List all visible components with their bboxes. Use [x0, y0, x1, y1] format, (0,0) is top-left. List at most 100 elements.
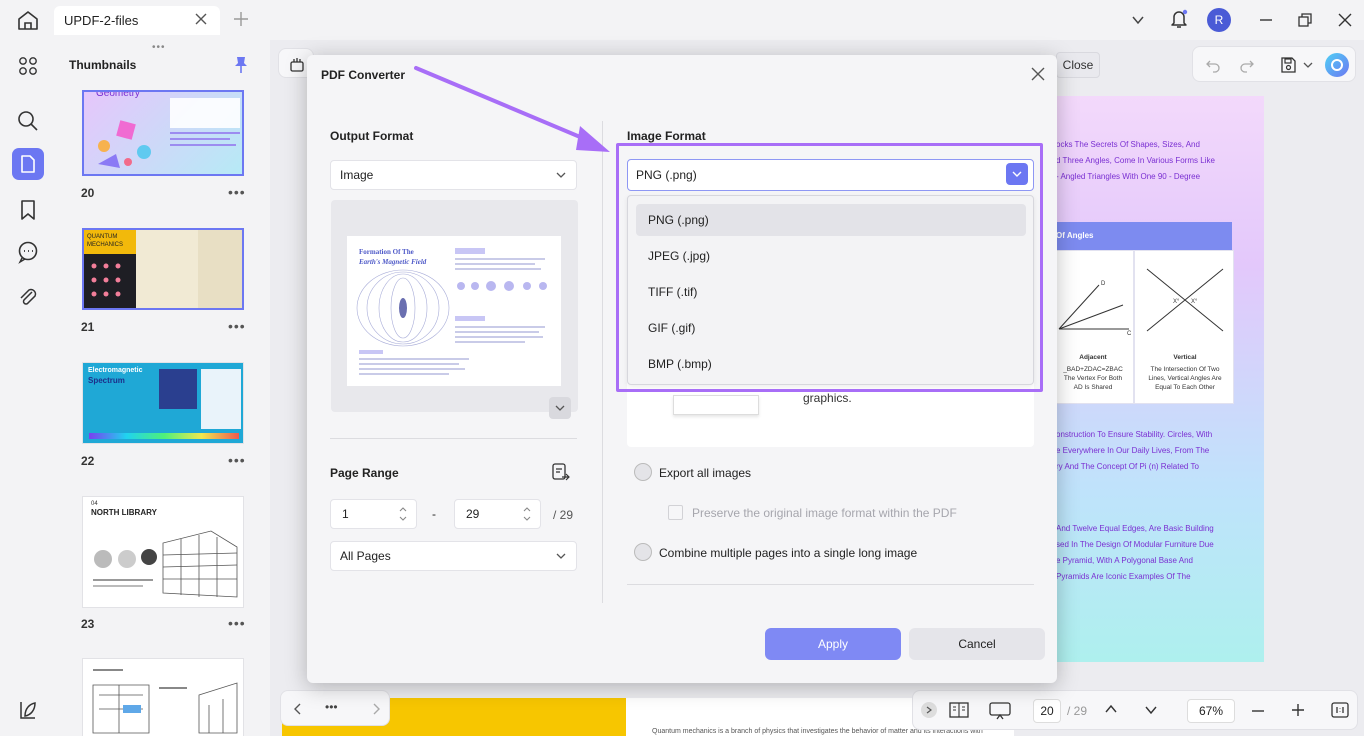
- chevron-right-icon[interactable]: [371, 703, 381, 715]
- current-page-input[interactable]: 20: [1033, 699, 1061, 723]
- close-tool-button[interactable]: Close: [1056, 52, 1100, 78]
- layers-icon[interactable]: [16, 698, 40, 722]
- chevron-down-icon[interactable]: [1145, 705, 1157, 715]
- svg-text:X°: X°: [1173, 299, 1180, 305]
- thumbnail-page-20[interactable]: Geometry: [82, 90, 244, 176]
- svg-text:C: C: [1127, 331, 1132, 337]
- output-format-value: Image: [340, 168, 374, 182]
- export-all-images-radio[interactable]: [634, 463, 652, 481]
- thumb-23-text: 04: [91, 501, 98, 507]
- vertical-caption: The Intersection Of Two: [1150, 366, 1220, 373]
- page-layout-icon[interactable]: [949, 701, 969, 719]
- thumbnail-more-button[interactable]: •••: [228, 318, 246, 334]
- thumbnail-page-21[interactable]: QUANTUM MECHANICS: [82, 228, 244, 310]
- save-icon[interactable]: [1279, 56, 1297, 74]
- thumbnail-more-button[interactable]: •••: [228, 452, 246, 468]
- zoom-level-input[interactable]: 67%: [1187, 699, 1235, 723]
- pin-icon[interactable]: [234, 56, 248, 74]
- divider: [627, 584, 1034, 585]
- vertical-title: Vertical: [1173, 354, 1197, 361]
- thumbnail-page-number: 23: [81, 617, 95, 631]
- preview-title: Formation Of The: [359, 248, 414, 256]
- close-window-icon[interactable]: [1337, 12, 1353, 28]
- chevron-down-icon[interactable]: [1131, 13, 1145, 27]
- zoom-in-icon[interactable]: [1291, 703, 1305, 717]
- thumbnail-page-23[interactable]: 04 NORTH LIBRARY: [82, 496, 244, 608]
- document-tab[interactable]: UPDF-2-files: [54, 6, 220, 35]
- chevron-down-icon: [556, 553, 566, 559]
- preserve-format-checkbox[interactable]: [668, 505, 683, 520]
- range-separator: -: [432, 507, 436, 521]
- svg-text:X°: X°: [1191, 299, 1198, 305]
- thumbnails-panel: ••• Thumbnails Geometry 20 ••• QUANTUM M…: [56, 40, 270, 736]
- close-tab-icon[interactable]: [194, 12, 208, 26]
- zoom-out-icon[interactable]: [1251, 704, 1265, 718]
- presentation-icon[interactable]: [989, 701, 1011, 721]
- thumbnail-page-number: 22: [81, 454, 95, 468]
- page-range-label: Page Range: [330, 466, 399, 480]
- undo-icon[interactable]: [1205, 57, 1221, 73]
- comment-icon[interactable]: [16, 240, 40, 264]
- format-info-text: graphics.: [803, 391, 852, 405]
- thumbnail-page-number: 20: [81, 186, 95, 200]
- stepper-icon[interactable]: [522, 504, 532, 524]
- page-subset-select[interactable]: All Pages: [330, 541, 577, 571]
- preview-page: Formation Of The Earth's Magnetic Field: [347, 236, 561, 386]
- left-rail: [0, 40, 56, 736]
- adjacent-caption: The Vertex For Both: [1063, 375, 1123, 382]
- page-icon: [21, 155, 35, 173]
- thumbnail-page-24[interactable]: [82, 658, 244, 736]
- thumb-21-column: [136, 230, 198, 308]
- page-section-header: Of Angles: [1050, 222, 1232, 250]
- restore-icon[interactable]: [1297, 12, 1313, 28]
- more-options-button[interactable]: •••: [325, 700, 338, 714]
- range-to-input[interactable]: 29: [454, 499, 541, 529]
- collapse-toolbar-button[interactable]: [921, 702, 937, 718]
- range-from-input[interactable]: 1: [330, 499, 417, 529]
- attachment-icon[interactable]: [16, 285, 40, 309]
- apps-grid-icon[interactable]: [16, 54, 40, 78]
- svg-text:D: D: [1101, 281, 1106, 287]
- chevron-right-icon: [926, 706, 932, 714]
- thumbnail-more-button[interactable]: •••: [228, 615, 246, 631]
- divider: [330, 438, 577, 439]
- annotation-highlight-box: [616, 143, 1043, 392]
- format-info-thumbnail: [673, 395, 759, 415]
- combine-pages-radio[interactable]: [634, 543, 652, 561]
- thumb-22-spectrum: [89, 433, 239, 439]
- adjacent-caption: _BAD+ZDAC=ZBAC: [1063, 366, 1123, 373]
- chevron-left-icon[interactable]: [293, 703, 303, 715]
- minimize-icon[interactable]: [1258, 12, 1274, 28]
- panel-grip[interactable]: •••: [152, 42, 166, 53]
- ai-assistant-icon[interactable]: [1325, 53, 1349, 77]
- output-format-select[interactable]: Image: [330, 160, 577, 190]
- thumbnail-page-22[interactable]: Electromagnetic Spectrum: [82, 362, 244, 444]
- cancel-button[interactable]: Cancel: [909, 628, 1045, 660]
- apply-button[interactable]: Apply: [765, 628, 901, 660]
- page-text-line: d Three Angles, Come In Various Forms Li…: [1056, 156, 1215, 165]
- page-nav-toolbar: •••: [280, 690, 390, 726]
- thumbnail-more-button[interactable]: •••: [228, 184, 246, 200]
- top-right-toolbar: [1192, 46, 1356, 82]
- thumb-21-column: [198, 230, 242, 308]
- bell-icon[interactable]: [1170, 9, 1188, 29]
- bookmark-icon[interactable]: [16, 198, 40, 222]
- chevron-up-icon[interactable]: [1105, 704, 1117, 714]
- page-range-icon[interactable]: [552, 463, 570, 483]
- avatar[interactable]: R: [1207, 8, 1231, 32]
- close-dialog-icon[interactable]: [1031, 67, 1045, 81]
- title-bar: UPDF-2-files R: [0, 0, 1364, 40]
- thumbnails-panel-button[interactable]: [12, 148, 44, 180]
- search-icon[interactable]: [16, 109, 40, 133]
- redo-icon[interactable]: [1239, 57, 1255, 73]
- new-tab-icon[interactable]: [232, 10, 250, 28]
- home-icon[interactable]: [16, 9, 40, 31]
- chevron-down-icon[interactable]: [1303, 61, 1313, 69]
- preview-expand-button[interactable]: [549, 397, 571, 419]
- view-toolbar: 20 / 29 67%: [912, 690, 1358, 730]
- thumb-22-text: Spectrum: [88, 376, 125, 385]
- page-text-line: - Angled Triangles With One 90 - Degree: [1056, 172, 1201, 181]
- total-pages-label: / 29: [1067, 704, 1088, 718]
- stepper-icon[interactable]: [398, 504, 408, 524]
- actual-size-icon[interactable]: [1331, 702, 1349, 718]
